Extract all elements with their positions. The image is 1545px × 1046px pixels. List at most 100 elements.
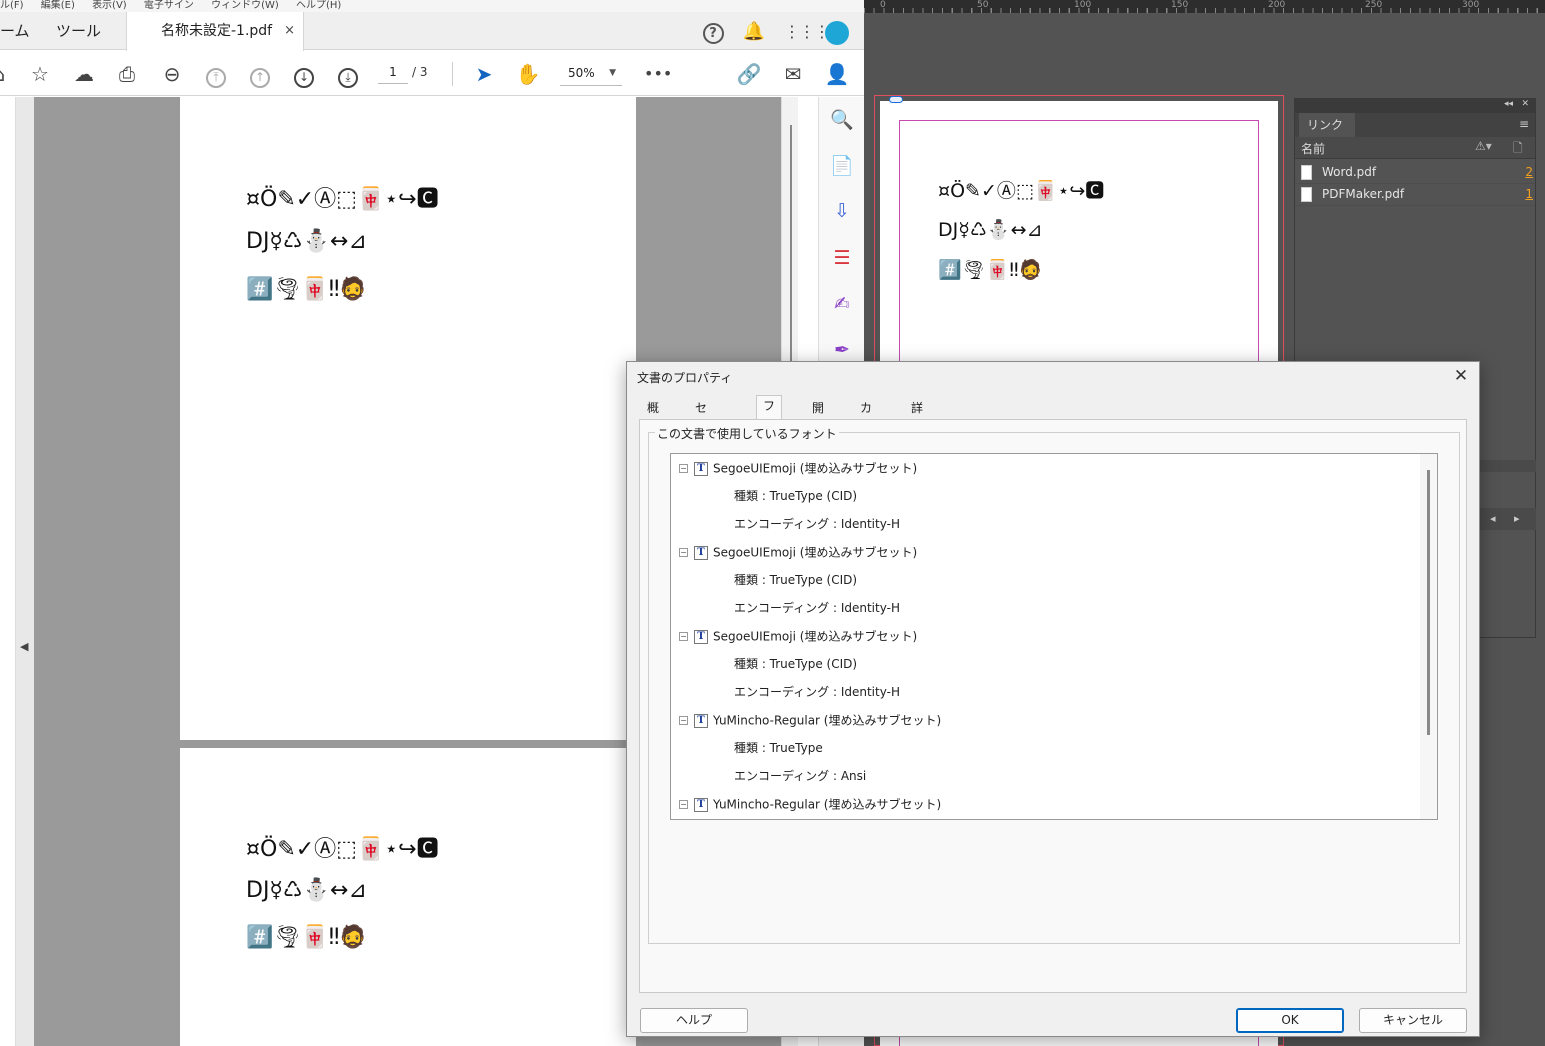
help-icon[interactable]: ? (701, 20, 725, 44)
notifications-bell-icon[interactable]: 🔔 (742, 20, 766, 44)
user-avatar[interactable] (825, 21, 849, 45)
warning-column-icon[interactable]: ⚠▾ (1475, 139, 1492, 153)
collapse-panel-icon[interactable]: ◂◂ (1504, 99, 1513, 109)
font-tree-item[interactable]: − T SegoeUIEmoji (埋め込みサブセット) (679, 626, 917, 646)
collapse-toggle-icon[interactable]: − (679, 548, 688, 557)
tab-summary[interactable]: 概要 (641, 398, 665, 435)
more-tools-button[interactable]: ••• (644, 61, 672, 87)
document-properties-dialog: 文書のプロパティ ✕ 概要 セキュリティ フォント 開き方 カスタム 詳細設定 … (626, 361, 1480, 1037)
menu-file[interactable]: ル(F) (0, 0, 24, 11)
font-encoding: エンコーディング : Identity-H (734, 601, 900, 615)
tab-advanced[interactable]: 詳細設定 (905, 398, 929, 475)
left-navigation-strip (0, 97, 16, 1046)
last-page-icon[interactable]: ⤓ (335, 61, 361, 88)
collapse-toggle-icon[interactable]: − (679, 716, 688, 725)
zoom-level-dropdown[interactable]: 50% ▼ (560, 60, 622, 86)
menu-window[interactable]: ウィンドウ(W) (211, 0, 279, 11)
tab-tools[interactable]: ツール (56, 12, 116, 50)
tree-scrollbar[interactable] (1420, 454, 1437, 819)
font-type: 種類 : TrueType (CID) (734, 573, 858, 587)
cancel-button[interactable]: キャンセル (1359, 1008, 1467, 1033)
link-row[interactable]: Word.pdf 2 (1295, 162, 1535, 184)
fonts-tree[interactable]: − T SegoeUIEmoji (埋め込みサブセット) 種類 : TrueType… (670, 453, 1438, 820)
links-column-header: 名前 ⚠▾ 🗋 (1295, 137, 1535, 159)
first-page-icon[interactable]: ⤒ (203, 61, 229, 88)
ruler-label: 250 (1365, 0, 1383, 10)
page-number-input[interactable]: 1 (378, 60, 408, 84)
tab-links[interactable]: リンク (1299, 113, 1355, 137)
font-tree-item[interactable]: − T YuMincho-Regular (埋め込みサブセット) (679, 710, 941, 730)
ok-button[interactable]: OK (1236, 1008, 1344, 1033)
page-column-icon[interactable]: 🗋 (1513, 139, 1523, 160)
zoom-out-icon[interactable]: ⊖ (159, 61, 185, 87)
menu-esign[interactable]: 電子サイン (144, 0, 194, 11)
ruler-label: 200 (1268, 0, 1286, 10)
truetype-font-icon: T (694, 545, 708, 560)
bookmark-star-icon[interactable]: ☆ (27, 61, 53, 87)
ruler-label: 0 (880, 0, 886, 10)
upload-cloud-icon[interactable]: ☁ (71, 61, 97, 87)
link-row[interactable]: PDFMaker.pdf 1 (1295, 184, 1535, 206)
close-tab-icon[interactable]: × (284, 12, 295, 50)
tab-home[interactable]: ーム (0, 12, 40, 50)
email-icon[interactable]: ✉ (780, 61, 806, 87)
close-panel-icon[interactable]: ✕ (1521, 99, 1529, 109)
menu-edit[interactable]: 編集(E) (41, 0, 75, 11)
chevron-down-icon: ▼ (609, 68, 616, 78)
help-button[interactable]: ヘルプ (640, 1008, 748, 1033)
truetype-font-icon: T (694, 461, 708, 476)
tab-fonts[interactable]: フォント (756, 395, 783, 473)
column-name-header[interactable]: 名前 (1301, 140, 1325, 157)
glyph-line: DJ☿♺⛄↔⊿ (246, 229, 367, 254)
tab-initial-view[interactable]: 開き方 (806, 398, 830, 455)
previous-page-icon[interactable]: ↑ (247, 61, 273, 88)
tab-security[interactable]: セキュリティ (689, 398, 713, 515)
glyph-line: #️⃣🌪🀄‼🧔 (246, 277, 367, 302)
collapse-panel-left-icon[interactable]: ◀ (20, 640, 28, 653)
print-icon[interactable]: ⎙ (114, 61, 140, 87)
content-grabber-handle[interactable] (889, 96, 903, 103)
next-page-icon[interactable]: ↓ (291, 61, 317, 88)
add-user-icon[interactable]: 👤 (824, 61, 850, 87)
fonts-tab-panel: この文書で使用しているフォント − T SegoeUIEmoji (埋め込みサブセッ… (639, 419, 1467, 993)
truetype-font-icon: T (694, 713, 708, 728)
pdf-page-2: ¤Ö✎✓Ⓐ⬚🀄⋆↪🅲 DJ☿♺⛄↔⊿ #️⃣🌪🀄‼🧔 (180, 748, 636, 1046)
select-cursor-icon[interactable]: ➤ (471, 61, 497, 87)
menu-help[interactable]: ヘルプ(H) (296, 0, 341, 11)
scrollbar-thumb[interactable] (1427, 470, 1430, 735)
font-tree-item[interactable]: − T SegoeUIEmoji (埋め込みサブセット) (679, 458, 917, 478)
organize-pages-icon[interactable]: ☰ (829, 245, 855, 271)
link-name: PDFMaker.pdf (1322, 187, 1405, 201)
close-icon[interactable]: ✕ (1449, 364, 1473, 388)
fill-sign-icon[interactable]: ✒ (829, 337, 855, 363)
glyph-line: #️⃣🌪🀄‼🧔 (246, 925, 367, 950)
search-zoom-icon[interactable]: 🔍 (829, 107, 855, 133)
link-page-number[interactable]: 1 (1525, 187, 1533, 201)
menu-view[interactable]: 表示(V) (92, 0, 127, 11)
scrollbar-thumb[interactable] (790, 125, 792, 365)
apps-grid-icon[interactable]: ⋮⋮⋮ (784, 20, 830, 44)
home-icon[interactable]: ⌂ (0, 61, 12, 87)
link-page-number[interactable]: 2 (1525, 165, 1533, 179)
export-pdf-icon[interactable]: ⇩ (829, 198, 855, 224)
create-pdf-icon[interactable]: 📄 (829, 153, 855, 179)
share-link-icon[interactable]: 🔗 (736, 61, 762, 87)
collapse-toggle-icon[interactable]: − (679, 800, 688, 809)
ruler-ticks (864, 8, 1545, 13)
font-tree-item[interactable]: − T SegoeUIEmoji (埋め込みサブセット) (679, 542, 917, 562)
panel-menu-icon[interactable]: ≡ (1519, 117, 1529, 131)
menu-bar: ル(F) 編集(E) 表示(V) 電子サイン ウィンドウ(W) ヘルプ(H) (0, 0, 864, 12)
collapse-toggle-icon[interactable]: − (679, 464, 688, 473)
request-signature-icon[interactable]: ✍ (829, 291, 855, 317)
previous-arrow-icon[interactable]: ◂ (1490, 512, 1496, 525)
ruler-label: 300 (1462, 0, 1480, 10)
truetype-font-icon: T (694, 797, 708, 812)
font-tree-item[interactable]: − T YuMincho-Regular (埋め込みサブセット) (679, 794, 941, 814)
tab-document[interactable]: 名称未設定-1.pdf × (126, 12, 304, 51)
next-arrow-icon[interactable]: ▸ (1514, 512, 1520, 525)
tab-custom[interactable]: カスタム (854, 398, 878, 475)
collapse-toggle-icon[interactable]: − (679, 632, 688, 641)
font-name: YuMincho-Regular (埋め込みサブセット) (713, 713, 942, 728)
pdf-page-1: ¤Ö✎✓Ⓐ⬚🀄⋆↪🅲 DJ☿♺⛄↔⊿ #️⃣🌪🀄‼🧔 (180, 97, 636, 740)
hand-tool-icon[interactable]: ✋ (515, 61, 541, 87)
